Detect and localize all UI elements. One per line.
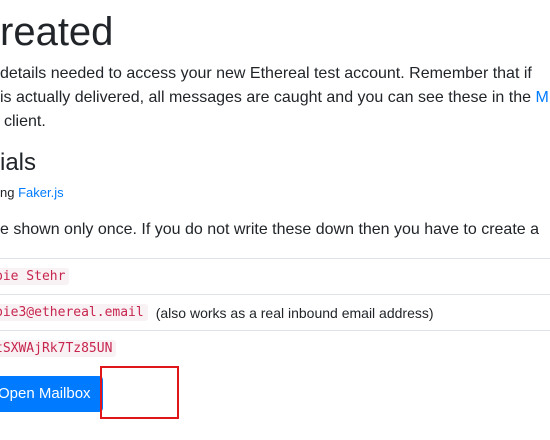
generated-by: ng Faker.js bbox=[0, 184, 64, 202]
fakerjs-link[interactable]: Faker.js bbox=[18, 185, 64, 200]
name-row: bie Stehr bbox=[0, 258, 550, 294]
credentials-heading: ials bbox=[0, 149, 37, 176]
page: reated details needed to access your new… bbox=[0, 0, 550, 440]
credentials-table: bie Stehr bie3@ethereal.email (also work… bbox=[0, 258, 550, 366]
intro-paragraph: details needed to access your new Ethere… bbox=[0, 62, 549, 134]
name-value[interactable]: bie Stehr bbox=[0, 268, 70, 285]
credentials-warning: e shown only once. If you do not write t… bbox=[0, 221, 540, 238]
password-value[interactable]: tSXWAjRk7Tz85UN bbox=[0, 340, 117, 357]
intro-line-2: is actually delivered, all messages are … bbox=[0, 86, 549, 110]
username-value[interactable]: bie3@ethereal.email bbox=[0, 304, 148, 321]
username-row: bie3@ethereal.email (also works as a rea… bbox=[0, 294, 550, 330]
username-note: (also works as a real inbound email addr… bbox=[155, 304, 434, 321]
password-row: tSXWAjRk7Tz85UN bbox=[0, 330, 550, 366]
intro-line-2-text: is actually delivered, all messages are … bbox=[0, 89, 536, 106]
generated-prefix: ng bbox=[0, 185, 19, 200]
highlight-annotation-box bbox=[100, 366, 179, 419]
page-title: reated bbox=[0, 10, 114, 54]
intro-line-3: client. bbox=[4, 113, 46, 130]
messages-link[interactable]: M bbox=[535, 89, 548, 106]
open-mailbox-button[interactable]: Open Mailbox bbox=[0, 376, 103, 412]
intro-line-1: details needed to access your new Ethere… bbox=[0, 65, 532, 82]
